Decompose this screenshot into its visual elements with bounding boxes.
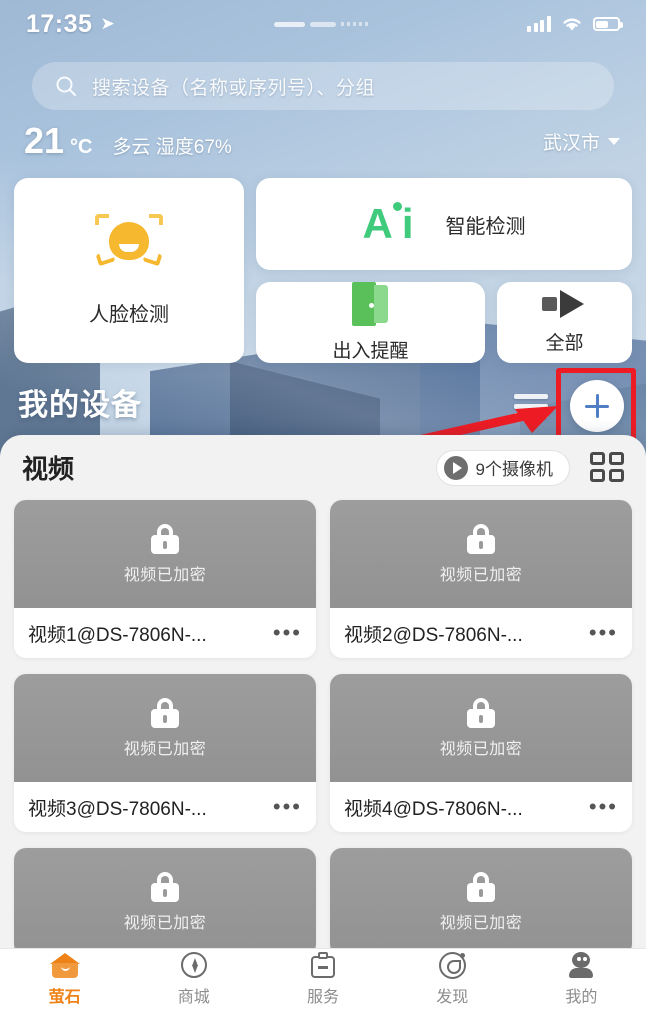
clipboard-icon [311, 952, 335, 978]
ai-icon: Ai [362, 200, 413, 247]
tab-mine[interactable]: 我的 [517, 949, 646, 1010]
device-list-sheet: 视频 9个摄像机 视频已加密 视频1@DS-7806N-... ••• 视频已加… [0, 435, 646, 955]
more-dots-icon[interactable]: ••• [589, 796, 618, 818]
more-dots-icon[interactable]: ••• [589, 622, 618, 644]
video-card-name: 视频3@DS-7806N-... [28, 798, 207, 820]
city-name: 武汉市 [542, 133, 600, 154]
location-arrow-icon: ➤ [100, 14, 115, 33]
bolt-icon [180, 952, 207, 978]
sheet-header-actions: 9个摄像机 [435, 449, 624, 486]
all-arrow-icon [541, 290, 588, 318]
tab-service[interactable]: 服务 [258, 949, 387, 1010]
status-bar-left: 17:35 ➤ [26, 10, 115, 39]
video-card-grid: 视频已加密 视频1@DS-7806N-... ••• 视频已加密 视频2@DS-… [0, 496, 646, 955]
status-bar: 17:35 ➤ [0, 0, 646, 48]
video-card[interactable]: 视频已加密 视频3@DS-7806N-... ••• [14, 674, 316, 832]
video-card[interactable]: 视频已加密 [14, 848, 316, 955]
video-thumbnail: 视频已加密 [330, 674, 632, 782]
feature-card-ai-detection[interactable]: Ai 智能检测 [256, 178, 632, 270]
chevron-down-icon [608, 138, 620, 145]
lock-icon [151, 871, 179, 902]
video-thumbnail: 视频已加密 [14, 674, 316, 782]
search-input[interactable]: 搜索设备（名称或序列号）、分组 [32, 62, 614, 110]
weather-unit: °C [70, 136, 93, 158]
notch-indicator [273, 21, 369, 27]
video-card-name: 视频2@DS-7806N-... [344, 624, 523, 646]
status-bar-right [527, 16, 623, 32]
tab-label: 发现 [436, 989, 469, 1006]
lock-icon [151, 523, 179, 554]
play-circle-icon [443, 455, 468, 480]
video-card[interactable]: 视频已加密 视频4@DS-7806N-... ••• [330, 674, 632, 832]
search-icon [56, 76, 76, 96]
video-card[interactable]: 视频已加密 视频2@DS-7806N-... ••• [330, 500, 632, 658]
encrypted-label: 视频已加密 [123, 566, 207, 584]
video-thumbnail: 视频已加密 [330, 500, 632, 608]
more-dots-icon[interactable]: ••• [273, 622, 302, 644]
lock-icon [467, 523, 495, 554]
encrypted-label: 视频已加密 [439, 740, 523, 758]
video-card[interactable]: 视频已加密 视频1@DS-7806N-... ••• [14, 500, 316, 658]
video-card-meta: 视频1@DS-7806N-... ••• [14, 608, 316, 658]
tab-label: 我的 [565, 989, 598, 1006]
weather-info: 21 °C 多云 湿度67% [24, 120, 232, 162]
feature-cards: 人脸检测 Ai 智能检测 出入提醒 全部 [14, 178, 632, 363]
feature-label: 智能检测 [445, 215, 526, 238]
home-icon [49, 952, 80, 978]
lock-icon [467, 871, 495, 902]
more-dots-icon[interactable]: ••• [273, 796, 302, 818]
video-card-meta: 视频3@DS-7806N-... ••• [14, 782, 316, 832]
video-thumbnail: 视频已加密 [14, 500, 316, 608]
video-card-meta: 视频2@DS-7806N-... ••• [330, 608, 632, 658]
tab-label: 商城 [177, 989, 210, 1006]
feature-card-all[interactable]: 全部 [497, 282, 632, 363]
hamburger-menu-icon[interactable] [514, 394, 548, 418]
section-title: 视频 [22, 454, 75, 484]
video-thumbnail: 视频已加密 [14, 848, 316, 955]
video-card-name: 视频1@DS-7806N-... [28, 624, 207, 646]
status-bar-time: 17:35 [26, 9, 93, 38]
feature-right-column: Ai 智能检测 出入提醒 全部 [256, 178, 632, 363]
encrypted-label: 视频已加密 [439, 566, 523, 584]
camera-count-badge[interactable]: 9个摄像机 [435, 449, 570, 486]
feature-label: 全部 [545, 333, 584, 354]
sheet-header: 视频 9个摄像机 [0, 435, 646, 496]
video-thumbnail: 视频已加密 [330, 848, 632, 955]
feature-card-face-detection[interactable]: 人脸检测 [14, 178, 244, 363]
tab-label: 服务 [307, 989, 340, 1006]
feature-label: 人脸检测 [89, 304, 169, 326]
feature-label: 出入提醒 [332, 341, 409, 362]
encrypted-label: 视频已加密 [123, 740, 207, 758]
tab-shop[interactable]: 商城 [129, 949, 258, 1010]
annotation-highlight-box [556, 368, 636, 442]
page-title: 我的设备 [18, 389, 142, 422]
cellular-signal-icon [527, 16, 551, 32]
tab-label: 萤石 [48, 989, 81, 1006]
face-detection-icon [95, 214, 163, 276]
search-placeholder: 搜索设备（名称或序列号）、分组 [92, 77, 376, 99]
tab-ezviz[interactable]: 萤石 [0, 949, 129, 1010]
tab-discover[interactable]: 发现 [388, 949, 517, 1010]
lock-icon [467, 697, 495, 728]
camera-count-label: 9个摄像机 [475, 460, 553, 479]
bottom-tab-bar: 萤石 商城 服务 发现 我的 [0, 948, 646, 1010]
video-card-name: 视频4@DS-7806N-... [344, 798, 523, 820]
weather-description: 多云 湿度67% [112, 137, 232, 158]
grid-view-icon[interactable] [590, 451, 624, 484]
battery-icon [592, 17, 623, 31]
user-icon [567, 952, 595, 978]
encrypted-label: 视频已加密 [123, 914, 207, 932]
city-selector[interactable]: 武汉市 [543, 128, 620, 155]
feature-row-two: 出入提醒 全部 [256, 282, 632, 363]
discover-eye-icon [438, 951, 466, 979]
app-root: 17:35 ➤ 搜索设备（名称或序列号）、分组 21 °C 多云 湿度67% 武… [0, 0, 646, 1010]
weather-temperature: 21 [24, 120, 65, 161]
feature-card-entry-alert[interactable]: 出入提醒 [256, 282, 485, 363]
lock-icon [151, 697, 179, 728]
door-icon [351, 282, 390, 326]
video-card[interactable]: 视频已加密 [330, 848, 632, 955]
encrypted-label: 视频已加密 [439, 914, 523, 932]
video-card-meta: 视频4@DS-7806N-... ••• [330, 782, 632, 832]
wifi-icon [563, 18, 581, 31]
